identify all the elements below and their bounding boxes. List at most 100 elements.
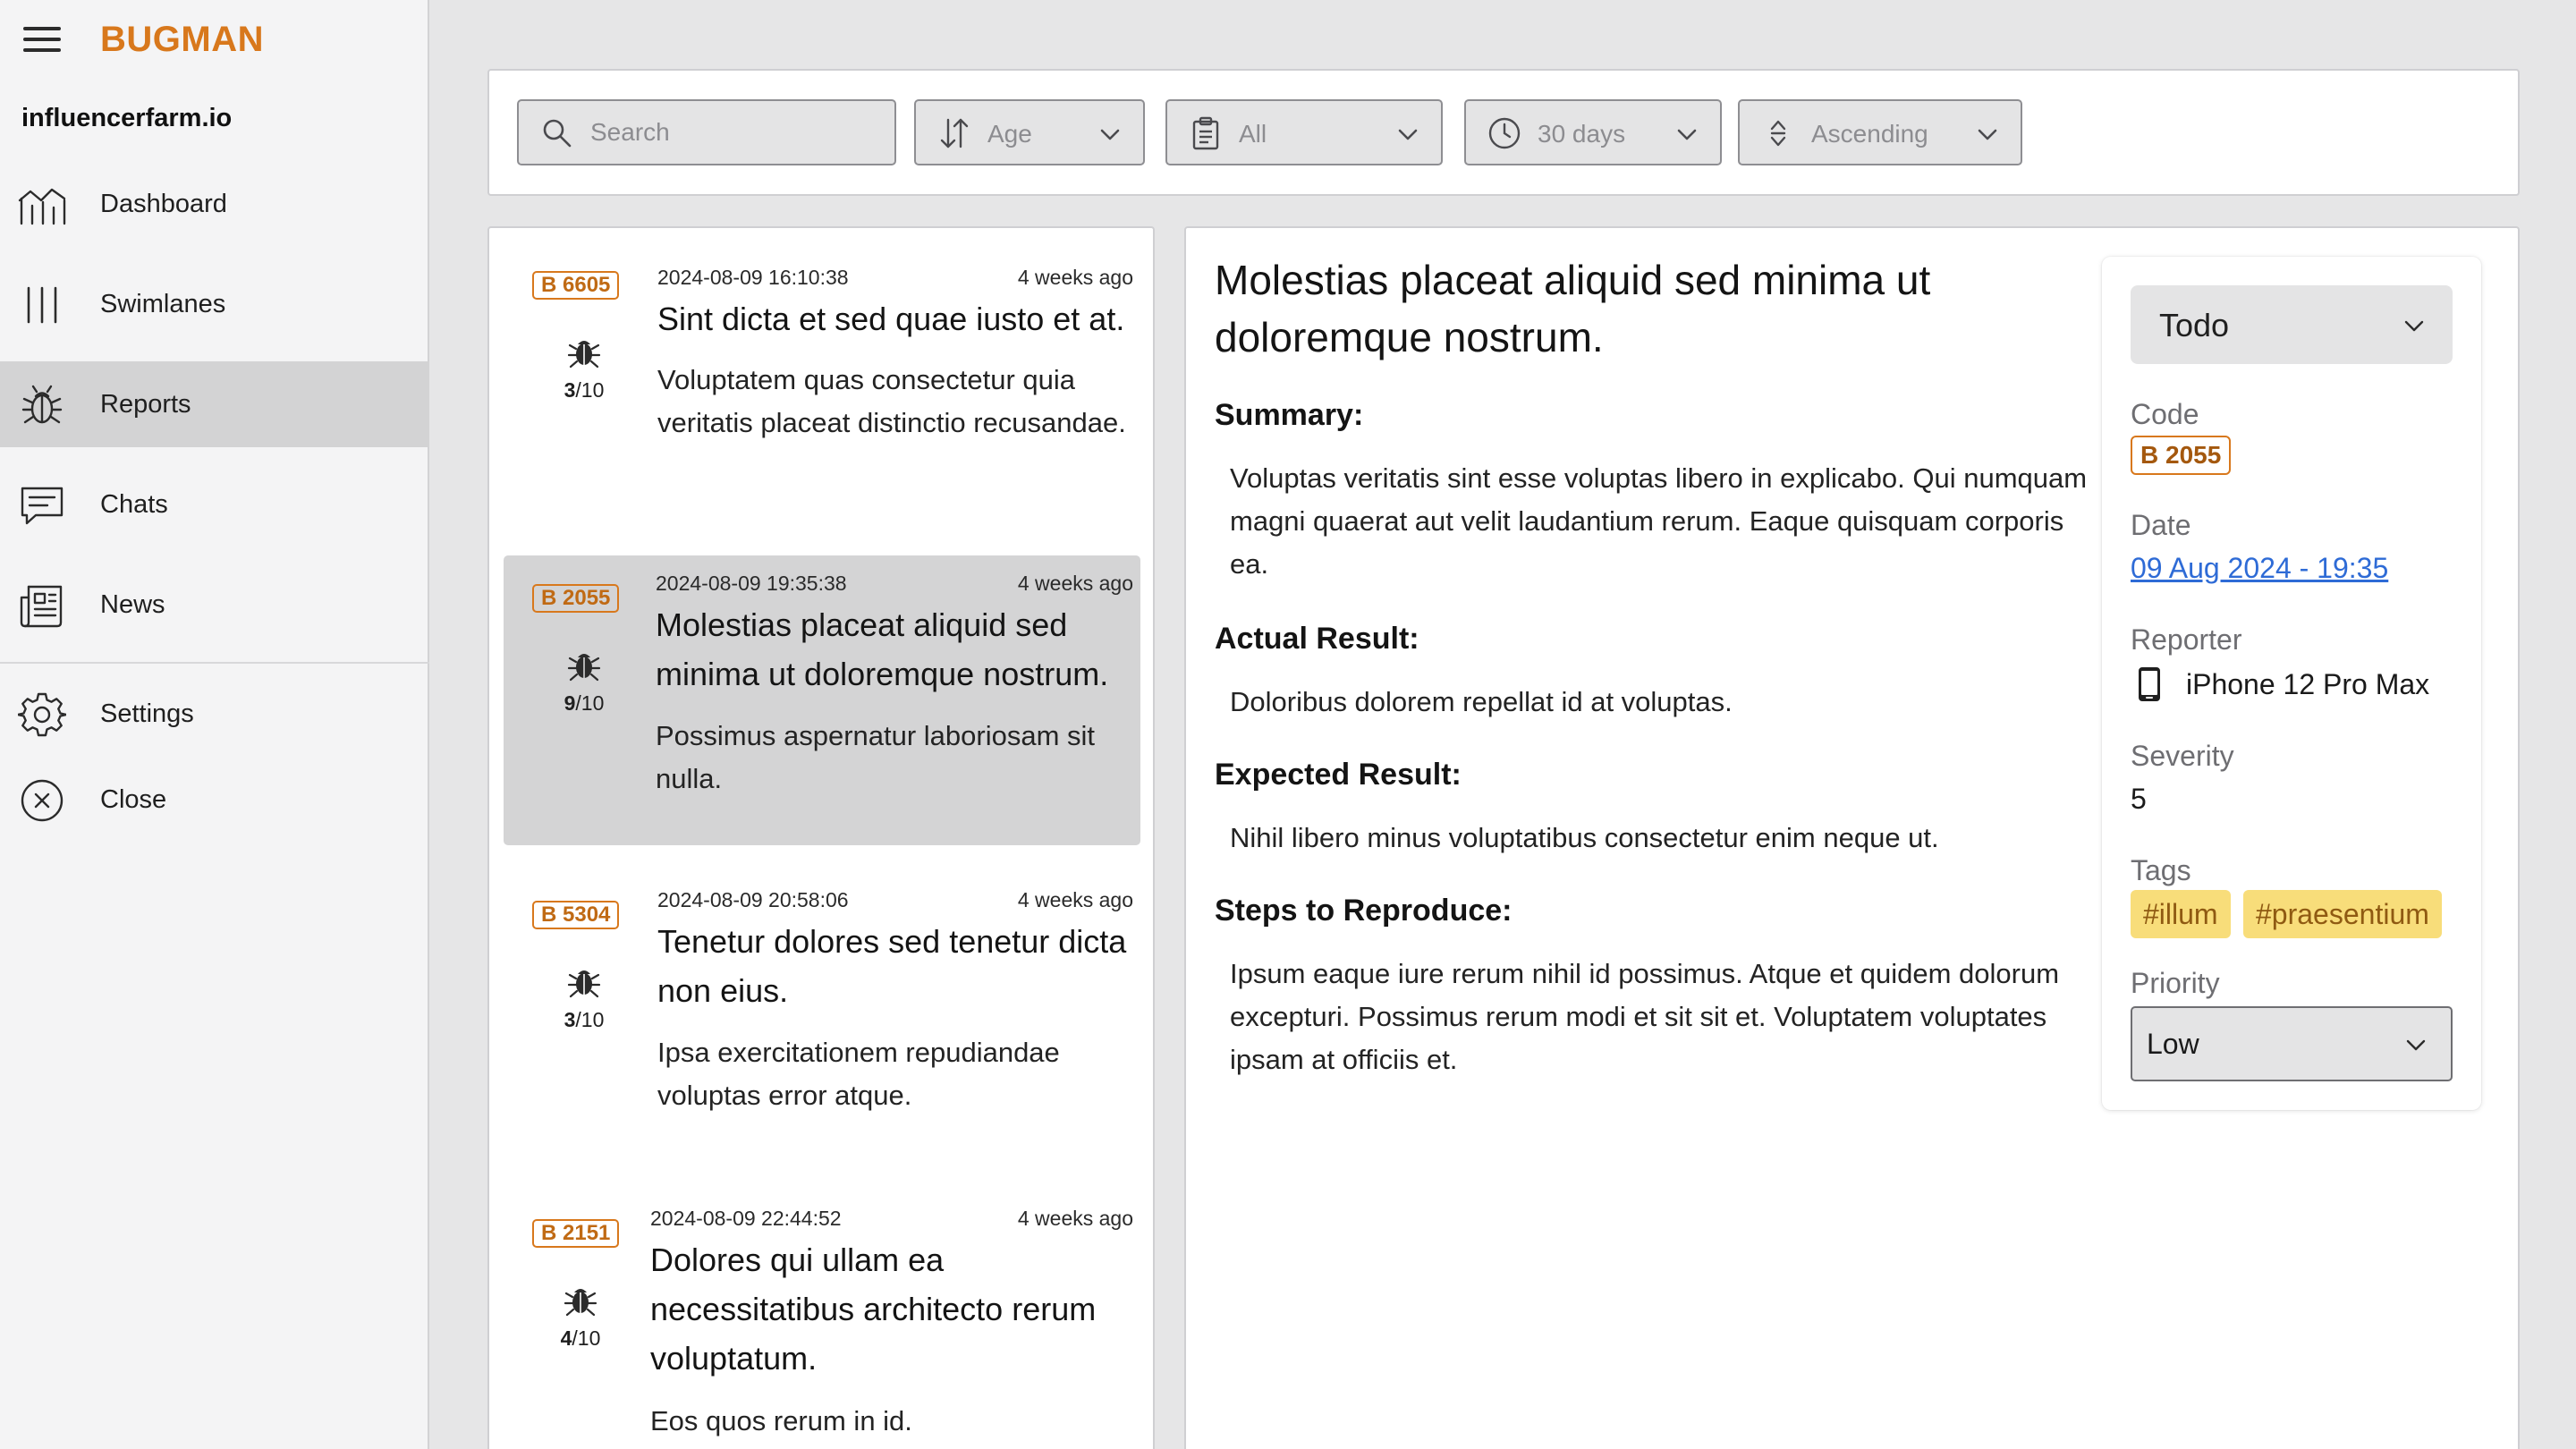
severity-score: 3/10 bbox=[564, 378, 605, 402]
report-detail: Molestias placeat aliquid sed minima ut … bbox=[1184, 226, 2520, 1449]
clock-icon bbox=[1487, 116, 1521, 150]
sidebar-item-news[interactable]: News bbox=[0, 562, 429, 648]
code-label: Code bbox=[2131, 398, 2199, 430]
priority-select[interactable]: Low bbox=[2131, 1006, 2453, 1081]
brand-logo[interactable]: BUGMAN bbox=[100, 20, 264, 60]
report-title: Sint dicta et sed quae iusto et at. bbox=[657, 301, 1125, 337]
order-value: Ascending bbox=[1811, 120, 1928, 148]
code-badge: B 2055 bbox=[2131, 436, 2232, 475]
severity-value: 5 bbox=[2131, 783, 2147, 815]
report-card-selected[interactable]: B 2055 9/10 2024-08-09 19:35:38 4 weeks … bbox=[504, 555, 1140, 845]
sidebar-item-settings[interactable]: Settings bbox=[0, 671, 429, 757]
report-age: 4 weeks ago bbox=[1017, 1207, 1133, 1230]
close-circle-icon bbox=[18, 776, 66, 825]
search-box[interactable] bbox=[517, 99, 896, 165]
sidebar-item-swimlanes[interactable]: Swimlanes bbox=[0, 261, 429, 347]
sidebar-item-label: Settings bbox=[100, 699, 194, 728]
sort-field-select[interactable]: Age bbox=[914, 99, 1145, 165]
report-description: Possimus aspernatur laboriosam sit nulla… bbox=[656, 720, 1096, 794]
report-card[interactable]: B 6605 3/10 2024-08-09 16:10:38 4 weeks … bbox=[504, 251, 1140, 547]
expected-result-text: Nihil libero minus voluptatibus consecte… bbox=[1230, 822, 1939, 853]
summary-text: Voluptas veritatis sint esse voluptas li… bbox=[1230, 462, 2088, 580]
chat-icon bbox=[18, 481, 66, 530]
period-select[interactable]: 30 days bbox=[1464, 99, 1722, 165]
order-select[interactable]: Ascending bbox=[1738, 99, 2022, 165]
reporter-value: iPhone 12 Pro Max bbox=[2186, 668, 2430, 700]
sidebar-item-chats[interactable]: Chats bbox=[0, 462, 429, 547]
chevron-down-icon bbox=[1098, 123, 1122, 146]
report-date: 2024-08-09 16:10:38 bbox=[657, 266, 849, 289]
report-age: 4 weeks ago bbox=[1017, 266, 1133, 289]
meta-card: Todo Code B 2055 Date 09 Aug 2024 - 19:3… bbox=[2102, 257, 2481, 1110]
newspaper-icon bbox=[18, 581, 66, 630]
period-value: 30 days bbox=[1538, 120, 1626, 148]
steps-text: Ipsum eaque iure rerum nihil id possimus… bbox=[1230, 958, 2060, 1075]
report-card[interactable]: B 2151 4/10 2024-08-09 22:44:52 4 weeks … bbox=[504, 1191, 1140, 1449]
bug-icon bbox=[566, 963, 602, 999]
category-select[interactable]: All bbox=[1165, 99, 1443, 165]
chevron-down-icon bbox=[2402, 314, 2426, 337]
tag-chip[interactable]: #praesentium bbox=[2243, 890, 2442, 938]
sidebar-item-reports[interactable]: Reports bbox=[0, 361, 429, 447]
priority-value: Low bbox=[2147, 1028, 2199, 1060]
sort-arrows-icon bbox=[937, 116, 971, 150]
sort-order-icon bbox=[1761, 116, 1795, 150]
actual-result-heading: Actual Result: bbox=[1215, 622, 1419, 656]
sidebar-item-dashboard[interactable]: Dashboard bbox=[0, 161, 429, 247]
bug-icon bbox=[18, 381, 66, 429]
severity-score: 3/10 bbox=[564, 1008, 605, 1031]
sidebar-item-label: Close bbox=[100, 785, 167, 814]
sidebar: BUGMAN influencerfarm.io Dashboard Swiml… bbox=[0, 0, 429, 1449]
report-title: Dolores qui ullam ea necessitatibus arch… bbox=[650, 1241, 1097, 1377]
chevron-down-icon bbox=[1976, 123, 1999, 146]
severity-label: Severity bbox=[2131, 740, 2234, 772]
filter-bar: Age All 30 days bbox=[487, 69, 2520, 196]
report-description: Ipsa exercitationem repudiandae voluptas… bbox=[657, 1037, 1060, 1111]
sidebar-divider bbox=[0, 662, 429, 664]
priority-label: Priority bbox=[2131, 967, 2220, 999]
sidebar-item-label: Dashboard bbox=[100, 190, 227, 218]
sidebar-item-close[interactable]: Close bbox=[0, 757, 429, 843]
gear-icon bbox=[16, 691, 68, 739]
brand-row: BUGMAN bbox=[0, 0, 429, 80]
bug-icon bbox=[566, 334, 602, 369]
chevron-down-icon bbox=[2404, 1033, 2428, 1056]
tags-label: Tags bbox=[2131, 854, 2191, 886]
severity-score: 4/10 bbox=[560, 1326, 601, 1350]
search-input[interactable] bbox=[590, 114, 877, 151]
status-value: Todo bbox=[2159, 307, 2230, 343]
chevron-down-icon bbox=[1396, 123, 1419, 146]
report-code-badge: B 5304 bbox=[532, 901, 620, 929]
report-code-badge: B 2055 bbox=[532, 584, 620, 613]
report-code-badge: B 6605 bbox=[532, 271, 620, 300]
sort-field-value: Age bbox=[987, 120, 1032, 148]
bug-icon bbox=[563, 1282, 598, 1318]
steps-heading: Steps to Reproduce: bbox=[1215, 894, 1513, 928]
report-age: 4 weeks ago bbox=[1017, 888, 1133, 911]
report-date: 2024-08-09 19:35:38 bbox=[656, 572, 847, 595]
tag-chip[interactable]: #illum bbox=[2131, 890, 2231, 938]
date-label: Date bbox=[2131, 509, 2191, 541]
report-code-badge: B 2151 bbox=[532, 1219, 620, 1248]
detail-title: Molestias placeat aliquid sed minima ut … bbox=[1215, 257, 1931, 360]
severity-score: 9/10 bbox=[564, 691, 605, 715]
actual-result-text: Doloribus dolorem repellat id at volupta… bbox=[1230, 686, 1733, 717]
report-date: 2024-08-09 22:44:52 bbox=[650, 1207, 842, 1230]
sidebar-item-label: Swimlanes bbox=[100, 290, 226, 318]
report-date: 2024-08-09 20:58:06 bbox=[657, 888, 849, 911]
menu-icon[interactable] bbox=[23, 23, 61, 55]
status-select[interactable]: Todo bbox=[2131, 285, 2453, 364]
report-title: Molestias placeat aliquid sed minima ut … bbox=[656, 606, 1109, 692]
date-link[interactable]: 09 Aug 2024 - 19:35 bbox=[2131, 552, 2388, 585]
organization-name: influencerfarm.io bbox=[21, 104, 233, 132]
sidebar-item-label: News bbox=[100, 590, 165, 619]
clipboard-icon bbox=[1189, 116, 1223, 150]
chevron-down-icon bbox=[1675, 123, 1699, 146]
report-card[interactable]: B 5304 3/10 2024-08-09 20:58:06 4 weeks … bbox=[504, 872, 1140, 1167]
search-icon bbox=[540, 116, 574, 150]
report-description: Voluptatem quas consectetur quia veritat… bbox=[657, 364, 1126, 438]
report-description: Eos quos rerum in id. bbox=[650, 1405, 912, 1436]
expected-result-heading: Expected Result: bbox=[1215, 758, 1462, 792]
report-list: B 6605 3/10 2024-08-09 16:10:38 4 weeks … bbox=[487, 226, 1155, 1449]
report-title: Tenetur dolores sed tenetur dicta non ei… bbox=[657, 923, 1127, 1009]
